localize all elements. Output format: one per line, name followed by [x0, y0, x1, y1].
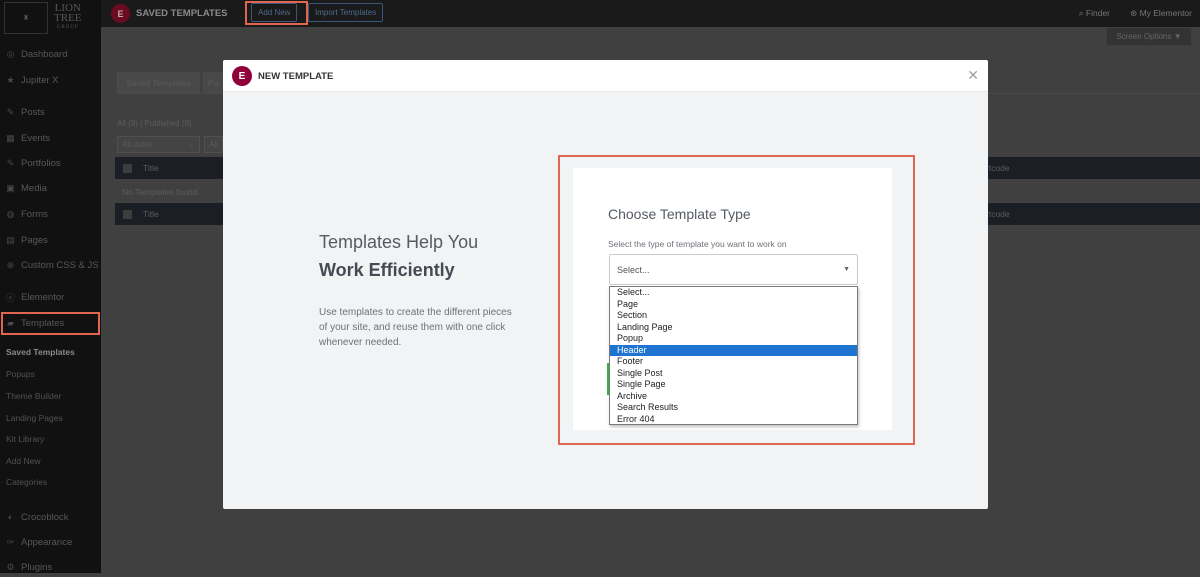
highlight-templates-menu [1, 312, 100, 335]
crocoblock-icon: ◐ [7, 512, 14, 522]
finder-button[interactable]: ⌕ Finder [1079, 8, 1110, 19]
sidebar-item-appearance[interactable]: ✑ Appearance [0, 532, 101, 552]
submenu-item-theme-builder[interactable]: Theme Builder [6, 391, 61, 401]
highlight-template-card [558, 155, 915, 445]
sidebar-item-jupiter-x[interactable]: ★ Jupiter X [0, 70, 101, 90]
close-icon[interactable]: ✕ [967, 67, 979, 84]
jupiter-star-icon: ★ [6, 74, 15, 85]
sidebar-item-label: Elementor [21, 291, 65, 303]
sidebar-item-media[interactable]: ▣ Media [0, 178, 101, 198]
sidebar-item-posts[interactable]: ✎ Posts [0, 102, 101, 122]
my-elementor-label: My Elementor [1139, 8, 1192, 18]
submenu-item-popups[interactable]: Popups [6, 369, 35, 379]
plugins-icon: ⚙ [6, 561, 15, 572]
elementor-icon: ⓔ [5, 292, 15, 303]
sidebar-item-portfolios[interactable]: ✎ Portfolios [0, 153, 101, 173]
page-title: SAVED TEMPLATES [136, 8, 228, 19]
column-shortcode: rtcode [986, 163, 1010, 173]
submenu-item-categories[interactable]: Categories [6, 477, 47, 487]
select-all-checkbox-footer[interactable] [123, 209, 132, 219]
pin-icon: ✎ [6, 157, 15, 168]
sidebar-item-dashboard[interactable]: ◎ Dashboard [0, 44, 101, 64]
sidebar-item-crocoblock[interactable]: ◐ Crocoblock [0, 507, 101, 527]
date-filter-select[interactable]: All dates ⌄ [117, 136, 200, 153]
logo-line3: GROUP [56, 25, 79, 30]
forms-icon: ◍ [6, 208, 15, 219]
sidebar-item-label: Portfolios [21, 157, 61, 169]
import-templates-button[interactable]: Import Templates [308, 3, 384, 22]
column-title: Title [143, 163, 159, 173]
pages-icon: ▤ [6, 234, 15, 245]
column-title-footer: Title [143, 209, 159, 219]
submenu-item-landing-pages[interactable]: Landing Pages [6, 413, 63, 423]
sidebar-item-label: Media [21, 182, 47, 194]
screen-options-button[interactable]: Screen Options ▼ [1106, 27, 1192, 46]
select-all-checkbox[interactable] [123, 163, 132, 173]
tab-saved-templates[interactable]: Saved Templates [117, 72, 201, 94]
lead-description: Use templates to create the different pi… [319, 307, 512, 348]
sidebar-item-events[interactable]: ▦ Events [0, 128, 101, 148]
highlight-add-new [245, 1, 308, 25]
sidebar-item-custom-css-js[interactable]: ⊕ Custom CSS & JS [0, 255, 101, 275]
plus-circle-icon: ⊕ [6, 259, 15, 270]
elementor-logo-icon: E [111, 4, 130, 23]
media-icon: ▣ [6, 182, 15, 193]
sidebar-item-label: Dashboard [21, 48, 68, 60]
finder-label: Finder [1085, 8, 1110, 18]
search-icon: ⌕ [1078, 8, 1086, 18]
submenu-item-add-new[interactable]: Add New [6, 456, 41, 466]
sidebar-item-label: Forms [21, 208, 48, 220]
type-filter-select[interactable]: All [204, 136, 223, 153]
sidebar-item-label: Posts [21, 106, 45, 118]
sidebar-item-label: Plugins [21, 561, 53, 573]
calendar-icon: ▦ [6, 132, 15, 143]
sidebar-item-plugins[interactable]: ⚙ Plugins [0, 557, 101, 577]
date-filter-value: All dates [122, 140, 153, 149]
chevron-down-icon: ⌄ [188, 140, 195, 149]
logo-text: LION TREE GROUP [54, 3, 82, 33]
appearance-icon: ✑ [6, 536, 15, 547]
sidebar-item-label: Events [21, 132, 51, 144]
my-elementor-button[interactable]: ⊛ My Elementor [1130, 8, 1192, 19]
modal-title: NEW TEMPLATE [258, 71, 334, 82]
admin-sidebar: ♜ LION TREE GROUP ◎ Dashboard ★ Jupiter X ✎ P… [0, 0, 101, 573]
sidebar-item-label: Jupiter X [21, 74, 59, 86]
submenu-item-saved-templates[interactable]: Saved Templates [6, 347, 75, 357]
column-shortcode-footer: rtcode [986, 209, 1010, 219]
site-logo[interactable]: ♜ LION TREE GROUP [0, 0, 101, 36]
elementor-circle-icon: ⊛ [1130, 8, 1140, 18]
sidebar-item-pages[interactable]: ▤ Pages [0, 230, 101, 250]
elementor-logo-icon: E [232, 66, 252, 86]
dashboard-icon: ◎ [6, 48, 15, 59]
sidebar-item-label: Pages [21, 234, 48, 246]
tab-pages[interactable]: Pa [203, 72, 225, 94]
sidebar-item-label: Appearance [21, 536, 73, 548]
submenu-item-kit-library[interactable]: Kit Library [6, 434, 44, 444]
empty-message: No Templates found [122, 187, 198, 197]
sidebar-item-label: Custom CSS & JS [21, 259, 99, 271]
pin-icon: ✎ [6, 106, 15, 117]
lead-heading-line1: Templates Help You [319, 232, 479, 252]
sidebar-item-label: Crocoblock [21, 511, 69, 523]
status-filter-links[interactable]: All (9) | Published (9) [117, 119, 192, 128]
lead-heading-line2: Work Efficiently [319, 260, 455, 280]
new-template-modal: E NEW TEMPLATE ✕ Templates Help You Work… [223, 60, 988, 509]
logo-mark-icon: ♜ [4, 2, 48, 34]
modal-header: E NEW TEMPLATE ✕ [223, 60, 988, 92]
sidebar-item-forms[interactable]: ◍ Forms [0, 204, 101, 224]
sidebar-item-elementor[interactable]: ⓔ Elementor [0, 287, 101, 307]
